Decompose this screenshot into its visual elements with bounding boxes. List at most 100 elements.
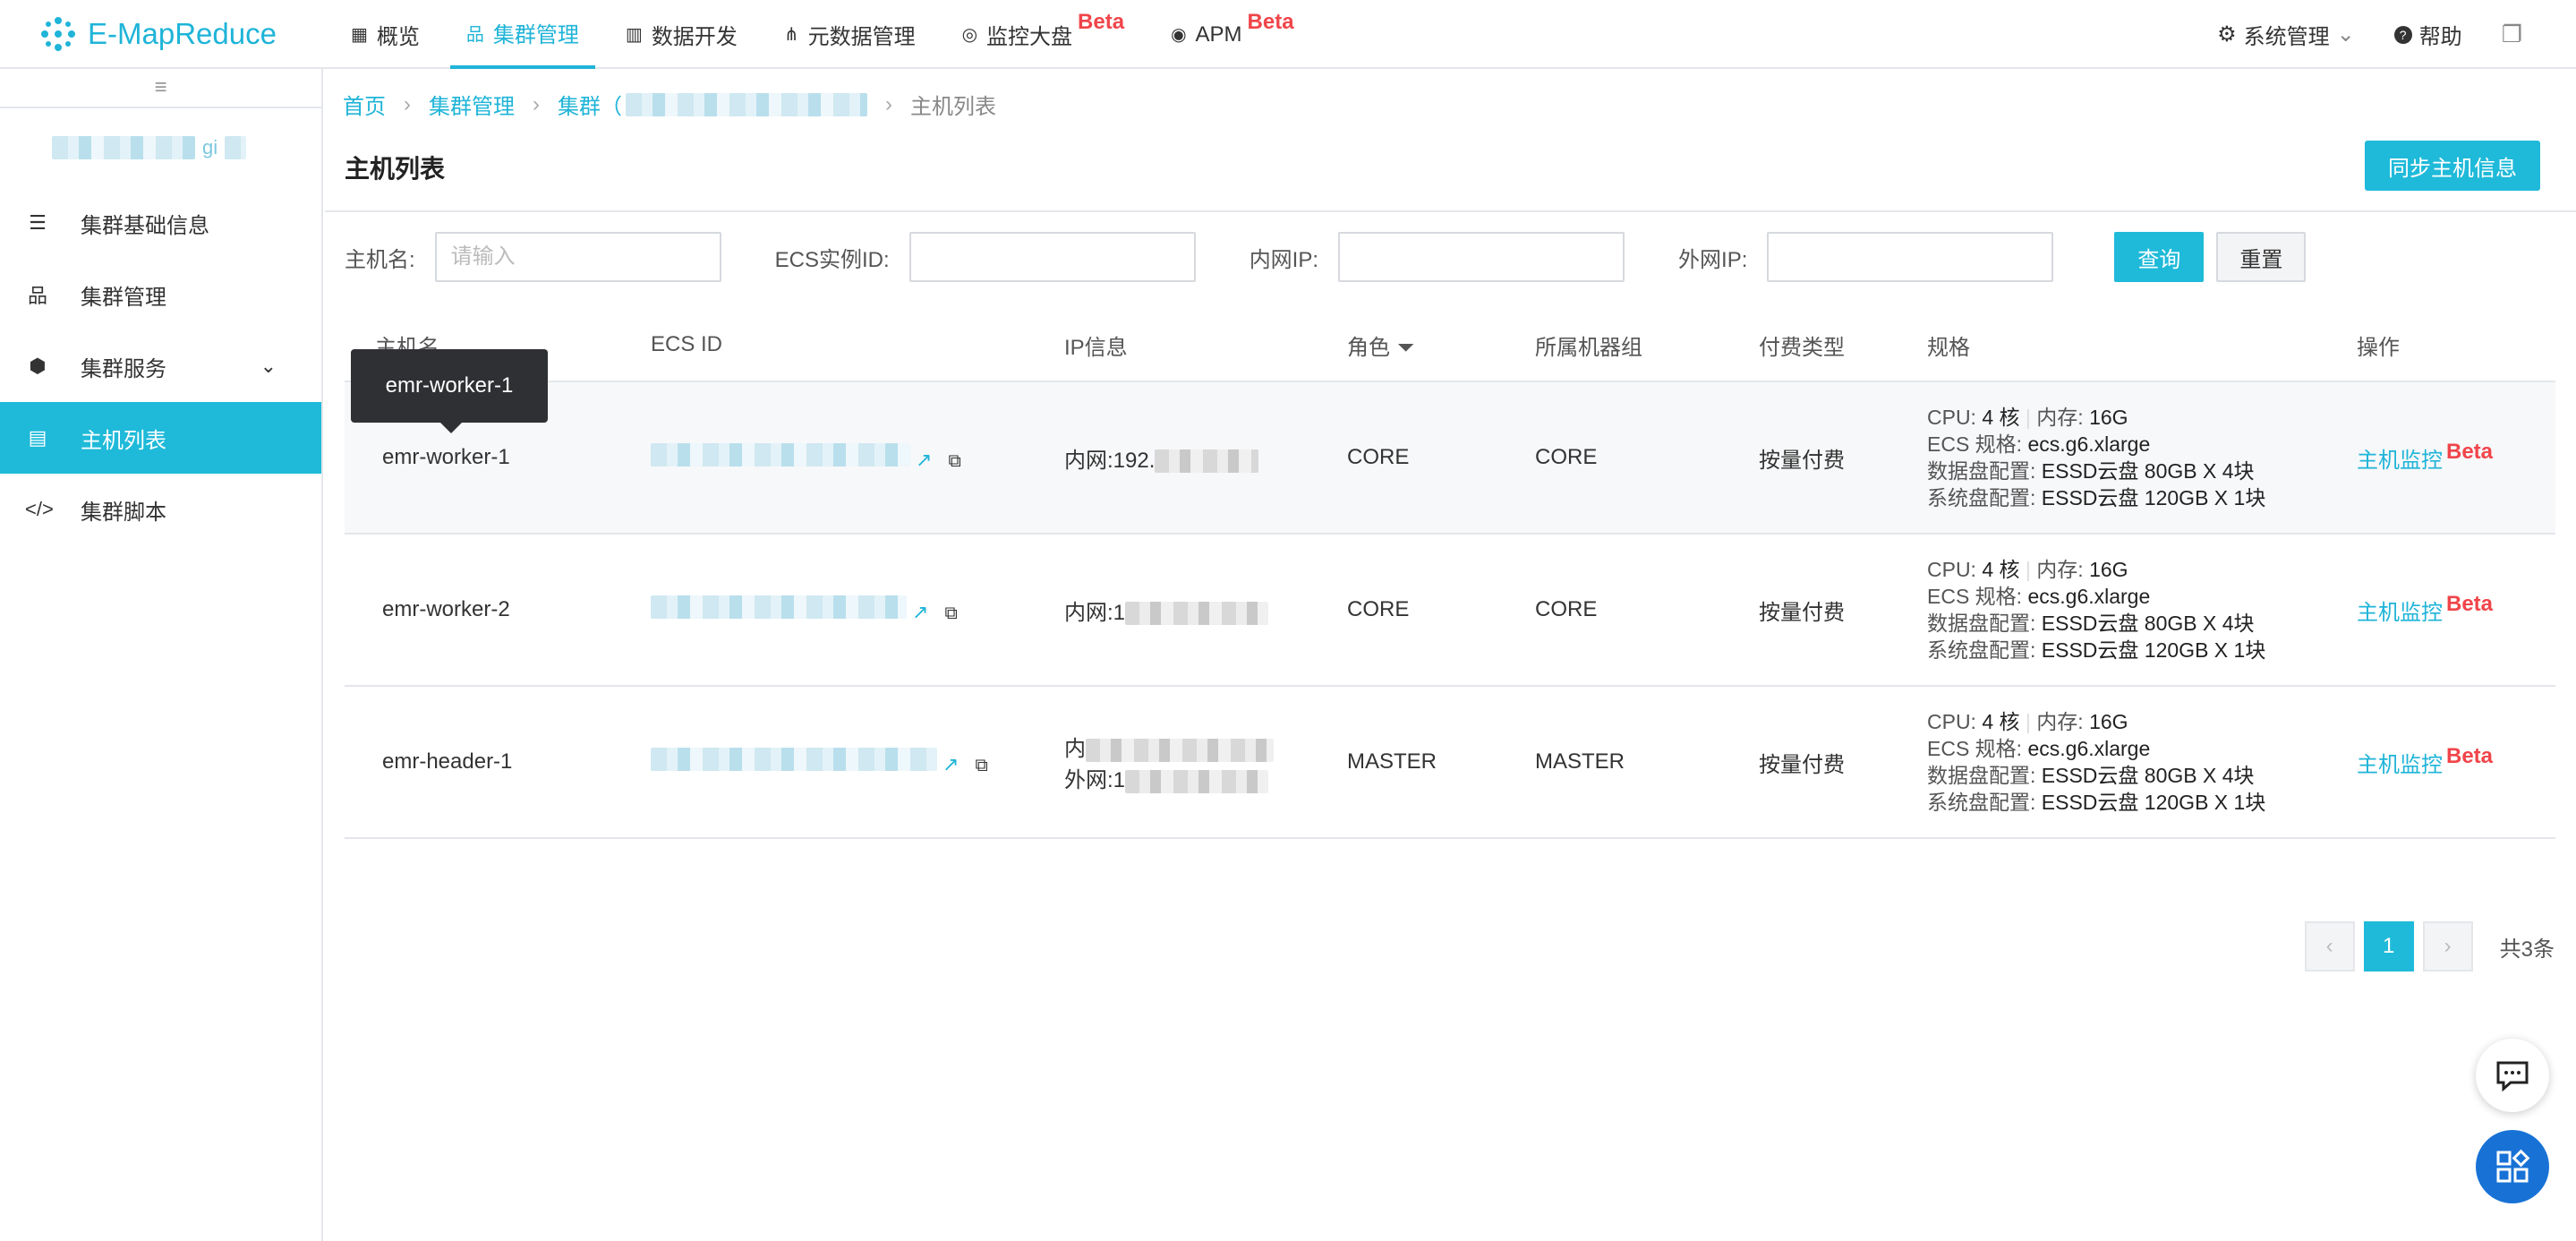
column-header-actions: 操作 — [2357, 335, 2400, 360]
pagination: ‹ 1 › 共3条 — [2296, 921, 2555, 971]
sidebar-collapse-button[interactable]: ≡ — [0, 69, 321, 108]
nav-metadata[interactable]: ⋔ 元数据管理 — [768, 0, 932, 69]
system-label: 系统管理 — [2243, 25, 2330, 49]
ecs-id-input[interactable] — [908, 232, 1196, 282]
monitor-icon: ◎ — [961, 25, 978, 45]
system-disk-label: 系统盘配置: — [1927, 791, 2036, 814]
private-ip-label: 内网IP: — [1249, 247, 1319, 272]
pagination-total: 共3条 — [2499, 937, 2555, 962]
nav-label: 集群管理 — [492, 23, 579, 47]
nav-label: 元数据管理 — [807, 25, 916, 49]
redacted-ecs-id[interactable] — [651, 595, 907, 619]
private-ip: 内网:1 — [1064, 600, 1126, 625]
ecs-id-cell: ↗ ⧉ — [651, 442, 1064, 473]
hostname-cell: emr-header-1 — [382, 749, 513, 774]
host-monitor-link[interactable]: 主机监控 — [2357, 601, 2443, 625]
redacted-ip — [1125, 602, 1269, 626]
private-ip-input[interactable] — [1338, 232, 1625, 282]
spec-cell: CPU: 4 核 | 内存: 16G ECS 规格: ecs.g6.xlarge… — [1927, 708, 2357, 816]
spec-system-disk: 系统盘配置: ESSD云盘 120GB X 1块 — [1927, 637, 2357, 663]
breadcrumb-home[interactable]: 首页 — [343, 89, 386, 120]
spec-data-disk: 数据盘配置: ESSD云盘 80GB X 4块 — [1927, 610, 2357, 637]
logo[interactable]: E-MapReduce — [39, 14, 277, 54]
code-icon: </> — [25, 498, 54, 520]
actions-cell: 主机监控 Beta — [2357, 439, 2554, 474]
mem-value: 16G — [2089, 406, 2128, 429]
top-nav-bar: E-MapReduce ▦ 概览 品集群管理 ▥ 数据开发 ⋔ 元数据管理 ◎ 监控大盘… — [0, 0, 2576, 69]
breadcrumb-cluster[interactable]: 集群（ — [558, 89, 622, 120]
copy-icon[interactable]: ⧉ — [948, 451, 960, 471]
external-link-icon[interactable]: ↗ — [912, 601, 928, 623]
nav-label: 监控大盘 — [986, 25, 1073, 49]
breadcrumb-cluster-management[interactable]: 集群管理 — [429, 89, 515, 120]
sidebar-item-label: 主机列表 — [81, 428, 166, 453]
beta-badge: Beta — [2446, 743, 2494, 768]
ecs-spec-label: ECS 规格: — [1927, 737, 2023, 760]
chat-button[interactable] — [2476, 1039, 2549, 1112]
apps-button[interactable] — [2476, 1130, 2549, 1203]
sidebar-item-cluster-management[interactable]: 品 集群管理 — [0, 259, 321, 330]
nav-cluster-management[interactable]: 品集群管理 — [449, 0, 595, 69]
mem-label: 内存: — [2036, 710, 2084, 733]
cpu-value: 4 核 — [1982, 710, 2020, 733]
ecs-spec-value: ecs.g6.xlarge — [2027, 432, 2151, 456]
nav-overview[interactable]: ▦ 概览 — [335, 0, 436, 69]
beta-badge: Beta — [2446, 591, 2494, 616]
apps-icon — [2496, 1149, 2530, 1183]
nav-apm[interactable]: ◉ APM Beta — [1155, 0, 1310, 69]
system-management-menu[interactable]: ⚙ 系统管理 ⌄ — [2217, 19, 2355, 50]
host-monitor-link[interactable]: 主机监控 — [2357, 449, 2443, 473]
beta-badge: Beta — [1247, 9, 1294, 34]
help-menu[interactable]: ? 帮助 — [2393, 19, 2462, 50]
ecs-id-cell: ↗ ⧉ — [651, 747, 1064, 777]
cluster-name-suffix: gi — [202, 136, 218, 158]
chevron-down-icon: ⌄ — [260, 355, 277, 377]
mem-value: 16G — [2089, 710, 2128, 733]
table-header: 主机名 ECS ID IP信息 角色 ⏷ 所属机器组 付费类型 规格 操作 — [345, 309, 2555, 382]
beta-badge: Beta — [2446, 439, 2494, 464]
grid-icon: ▦ — [351, 25, 368, 45]
next-page-button[interactable]: › — [2422, 921, 2473, 971]
spec-ecs: ECS 规格: ecs.g6.xlarge — [1927, 431, 2357, 458]
group-cell: CORE — [1535, 597, 1598, 621]
system-disk-label: 系统盘配置: — [1927, 486, 2036, 509]
public-ip-line: 外网:1 — [1064, 762, 1347, 793]
filter-icon[interactable]: ⏷ — [1397, 336, 1414, 360]
window-switch-button[interactable]: ❐ — [2502, 21, 2522, 48]
query-button[interactable]: 查询 — [2114, 232, 2205, 282]
redacted-ecs-id[interactable] — [651, 747, 937, 771]
mem-value: 16G — [2089, 558, 2128, 581]
breadcrumb-separator: › — [885, 91, 892, 116]
sidebar-item-cluster-scripts[interactable]: </> 集群脚本 — [0, 474, 321, 545]
sidebar-item-host-list[interactable]: ▤ 主机列表 — [0, 402, 321, 474]
sidebar-item-label: 集群管理 — [81, 285, 166, 310]
redacted-ip — [1086, 738, 1274, 762]
server-icon: ▤ — [28, 426, 47, 449]
column-header-spec: 规格 — [1927, 335, 1970, 360]
role-cell: MASTER — [1347, 749, 1437, 774]
external-link-icon[interactable]: ↗ — [916, 449, 932, 471]
copy-icon[interactable]: ⧉ — [975, 756, 987, 775]
nav-data-development[interactable]: ▥ 数据开发 — [610, 0, 754, 69]
breadcrumb-current: 主机列表 — [910, 95, 996, 119]
host-monitor-link[interactable]: 主机监控 — [2357, 753, 2443, 777]
data-disk-value: ESSD云盘 80GB X 4块 — [2041, 459, 2255, 483]
copy-icon[interactable]: ⧉ — [944, 603, 957, 623]
prev-page-button[interactable]: ‹ — [2304, 921, 2355, 971]
external-link-icon[interactable]: ↗ — [943, 753, 959, 775]
sidebar-item-cluster-info[interactable]: ☰ 集群基础信息 — [0, 187, 321, 259]
reset-button[interactable]: 重置 — [2216, 232, 2307, 282]
hostname-input[interactable] — [434, 232, 721, 282]
redacted-ecs-id[interactable] — [651, 442, 910, 466]
sidebar-item-cluster-services[interactable]: ⬢ 集群服务 ⌄ — [0, 330, 321, 402]
sync-host-info-button[interactable]: 同步主机信息 — [2365, 141, 2540, 191]
system-disk-label: 系统盘配置: — [1927, 638, 2036, 662]
page-1-button[interactable]: 1 — [2363, 921, 2414, 971]
sidebar-item-label: 集群脚本 — [81, 500, 166, 525]
public-ip: 外网:1 — [1064, 768, 1126, 792]
public-ip-input[interactable] — [1767, 232, 2054, 282]
nav-monitor-dashboard[interactable]: ◎ 监控大盘 Beta — [946, 0, 1140, 69]
breadcrumb: 首页 › 集群管理 › 集群（ › 主机列表 — [343, 89, 996, 120]
ecs-spec-label: ECS 规格: — [1927, 432, 2023, 456]
hostname-tooltip: emr-worker-1 — [351, 349, 548, 433]
